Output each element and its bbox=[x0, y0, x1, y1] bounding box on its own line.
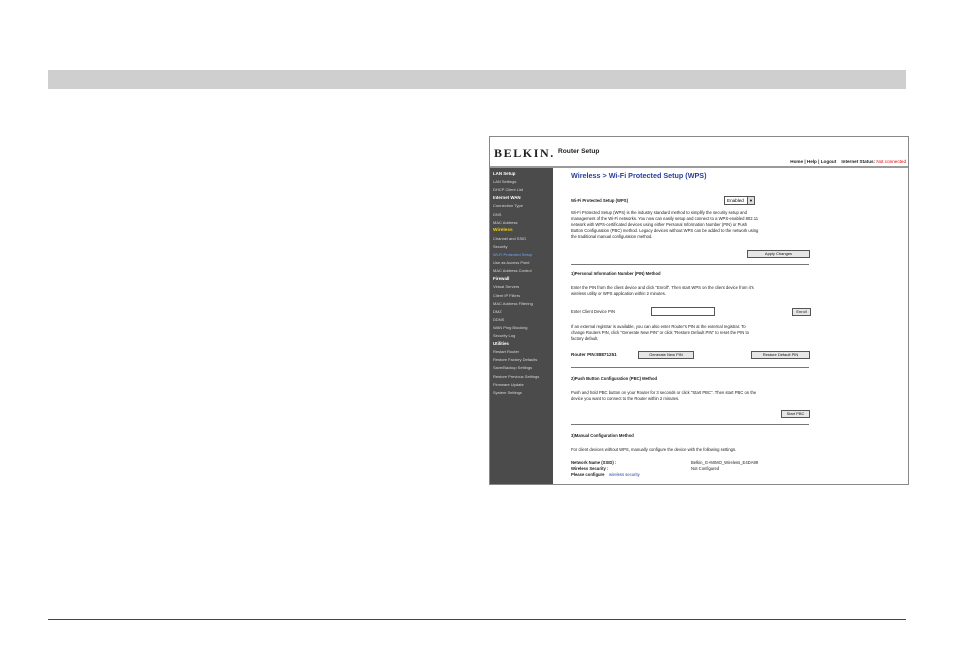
logout-link[interactable]: Logout bbox=[821, 159, 837, 164]
top-links: Home | Help | Logout Internet Status: No… bbox=[790, 159, 906, 164]
section-divider bbox=[571, 367, 809, 368]
restore-default-pin-button[interactable]: Restore Default PIN bbox=[751, 351, 810, 359]
manual-heading: 3)Manual Configuration Method bbox=[571, 433, 634, 438]
pbc-text-2: device you want to connect to the Router… bbox=[571, 396, 680, 401]
internet-status-value: Not connected bbox=[876, 159, 906, 164]
chevron-down-icon: ▼ bbox=[747, 197, 754, 204]
sidebar-item-use-as-access-point[interactable]: Use as Access Point bbox=[493, 260, 529, 265]
sidebar-item-virtual-servers[interactable]: Virtual Servers bbox=[493, 284, 519, 289]
help-link[interactable]: Help bbox=[807, 159, 817, 164]
sidebar-heading-internet-wan[interactable]: Internet WAN bbox=[493, 195, 521, 200]
sidebar-item-ddns[interactable]: DDNS bbox=[493, 317, 504, 322]
sidebar-heading-lan-setup[interactable]: LAN Setup bbox=[493, 171, 515, 176]
sidebar-item-lan-settings[interactable]: LAN Settings bbox=[493, 179, 516, 184]
sidebar-item-dhcp-client-list[interactable]: DHCP Client List bbox=[493, 187, 523, 192]
sidebar-item-client-ip-filters[interactable]: Client IP Filters bbox=[493, 293, 520, 298]
pbc-text-1: Push and hold PBC button on your Router … bbox=[571, 390, 757, 395]
wireless-security-link[interactable]: wireless security bbox=[609, 472, 640, 477]
configure-prefix: Please configure bbox=[571, 472, 605, 477]
belkin-logo: BELKIN. bbox=[494, 146, 555, 160]
client-pin-label: Enter Client Device PIN bbox=[571, 309, 615, 314]
sidebar-item-security-log[interactable]: Security Log bbox=[493, 333, 515, 338]
sidebar-menu: LAN Setup LAN Settings DHCP Client List Int… bbox=[490, 168, 553, 484]
pbc-heading: 2)Push Button Configuration (PBC) Method bbox=[571, 376, 658, 381]
document-footer-rule bbox=[48, 619, 906, 620]
pin-heading: 1)Personal Information Number (PIN) Meth… bbox=[571, 271, 661, 276]
section-divider bbox=[571, 264, 809, 265]
sidebar-item-channel-and-ssid[interactable]: Channel and SSID bbox=[493, 236, 526, 241]
wps-select-value: Enabled bbox=[727, 198, 744, 203]
apply-changes-button[interactable]: Apply Changes bbox=[747, 250, 810, 258]
document-header-bar bbox=[48, 70, 906, 89]
sidebar-item-save-backup-settings[interactable]: Save/Backup Settings bbox=[493, 365, 532, 370]
security-label: Wireless Security : bbox=[571, 466, 609, 471]
sidebar-item-mac-address-filtering[interactable]: MAC Address Filtering bbox=[493, 301, 533, 306]
sidebar-item-restore-factory-defaults[interactable]: Restore Factory Defaults bbox=[493, 357, 537, 362]
main-panel: Wireless > Wi-Fi Protected Setup (WPS) W… bbox=[553, 168, 908, 484]
sidebar-item-system-settings[interactable]: System Settings bbox=[493, 390, 522, 395]
start-pbc-button[interactable]: Start PBC bbox=[781, 410, 810, 418]
sidebar-item-firmware-update[interactable]: Firmware Update bbox=[493, 382, 524, 387]
page-title: Wireless > Wi-Fi Protected Setup (WPS) bbox=[571, 171, 707, 180]
security-value: Not Configured bbox=[691, 466, 720, 471]
internet-status-label: Internet Status: bbox=[841, 159, 876, 164]
sidebar-item-restart-router[interactable]: Restart Router bbox=[493, 349, 519, 354]
client-pin-input[interactable] bbox=[651, 307, 715, 316]
ssid-value: Belkin_G+MIMO_Wireless_E4DA99 bbox=[691, 460, 759, 465]
pin-text-1: Enter the PIN from the client device and… bbox=[571, 285, 754, 290]
sidebar-item-connection-type[interactable]: Connection Type bbox=[493, 203, 523, 208]
sidebar-item-mac-address-control[interactable]: MAC Address Control bbox=[493, 268, 531, 273]
sidebar-item-wan-ping-blocking[interactable]: WAN Ping Blocking bbox=[493, 325, 528, 330]
sidebar-item-mac-address[interactable]: MAC Address bbox=[493, 220, 517, 225]
wps-select[interactable]: Enabled ▼ bbox=[724, 196, 755, 205]
sidebar-item-security[interactable]: Security bbox=[493, 244, 507, 249]
pin-text-2: wireless utility or WPS application with… bbox=[571, 291, 666, 296]
wps-label: Wi-Fi Protected Setup (WPS) bbox=[571, 198, 628, 203]
intro-line-3: network with WPS-certificated devices us… bbox=[571, 222, 748, 227]
sidebar-heading-firewall[interactable]: Firewall bbox=[493, 276, 509, 281]
sidebar-item-wi-fi-protected-setup[interactable]: Wi-Fi Protected Setup bbox=[493, 252, 532, 257]
external-text-2: change Routers PIN, click "Generate New … bbox=[571, 330, 749, 335]
intro-line-4: Button Configuration (PBC) method. Legac… bbox=[571, 228, 759, 233]
sidebar-item-dmz[interactable]: DMZ bbox=[493, 309, 502, 314]
sidebar-heading-wireless[interactable]: Wireless bbox=[493, 228, 513, 233]
intro-line-1: Wi-Fi Protected Setup (WPS) is the indus… bbox=[571, 210, 747, 215]
external-text-3: factory default. bbox=[571, 336, 599, 341]
ssid-label: Network Name (SSID) : bbox=[571, 460, 617, 465]
router-setup-title: Router Setup bbox=[558, 148, 600, 155]
enroll-button[interactable]: Enroll bbox=[792, 308, 811, 316]
sidebar-item-restore-previous-settings[interactable]: Restore Previous Settings bbox=[493, 374, 539, 379]
sidebar-item-dns[interactable]: DNS bbox=[493, 212, 501, 217]
external-text-1: If an external registrar is available, y… bbox=[571, 324, 746, 329]
router-pin: Router PIN:88871251 bbox=[571, 352, 617, 357]
home-link[interactable]: Home bbox=[790, 159, 803, 164]
intro-line-5: the traditional manual configuration met… bbox=[571, 234, 653, 239]
intro-line-2: management of the Wi-Fi networks. You no… bbox=[571, 216, 759, 221]
router-setup-screenshot: BELKIN. Router Setup Home | Help | Logou… bbox=[489, 136, 909, 485]
sidebar-heading-utilities[interactable]: Utilities bbox=[493, 341, 509, 346]
section-divider bbox=[571, 424, 809, 425]
router-header: BELKIN. Router Setup Home | Help | Logou… bbox=[490, 137, 908, 168]
generate-pin-button[interactable]: Generate New PIN bbox=[638, 351, 694, 359]
manual-text: For client devices without WPS, manually… bbox=[571, 447, 737, 452]
